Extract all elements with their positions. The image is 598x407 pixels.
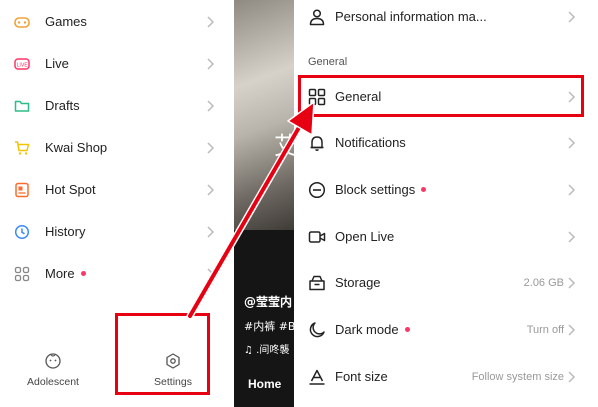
chevron-right-icon: [568, 371, 576, 383]
settings-item-label: Notifications: [335, 135, 406, 150]
settings-item-label: Dark mode: [335, 322, 410, 337]
shopping-cart-icon: [15, 141, 30, 155]
hot-spot-icon: [15, 182, 29, 198]
video-music[interactable]: ♫ .间咚襲: [244, 341, 289, 356]
settings-item-text: Dark mode: [335, 322, 399, 337]
video-overlay-text: 艾: [274, 132, 294, 160]
clock-icon: [14, 224, 30, 240]
chevron-right-icon: [568, 137, 576, 149]
menu-item-label: Games: [45, 14, 87, 29]
menu-item-history[interactable]: History: [0, 211, 234, 253]
chevron-right-icon: [568, 231, 576, 243]
menu-item-kwai-shop[interactable]: Kwai Shop: [0, 127, 234, 169]
gamepad-icon: [14, 17, 30, 28]
settings-item-block-settings[interactable]: Block settings: [294, 167, 598, 213]
video-camera-icon: [308, 231, 326, 243]
chevron-right-icon: [207, 16, 215, 28]
settings-item-label: Personal information ma...: [335, 9, 487, 24]
notification-dot: [421, 187, 427, 193]
person-icon: [309, 9, 325, 26]
chevron-right-icon: [568, 11, 576, 23]
chevron-right-icon: [568, 184, 576, 196]
settings-item-label: Font size: [335, 369, 388, 384]
settings-item-open-live[interactable]: Open Live: [294, 214, 598, 260]
chevron-right-icon: [207, 58, 215, 70]
font-size-value: Follow system size: [471, 371, 564, 383]
video-user-handle[interactable]: @莹莹内: [244, 293, 292, 310]
moon-icon: [309, 322, 325, 338]
settings-item-label: Open Live: [335, 229, 395, 244]
bell-icon: [310, 136, 324, 151]
settings-item-label: Storage: [335, 275, 381, 290]
menu-item-label: History: [45, 224, 86, 239]
dark-mode-value: Turn off: [526, 324, 564, 336]
adolescent-face-icon: [45, 353, 61, 369]
menu-item-text: More: [45, 266, 75, 281]
settings-item-storage[interactable]: Storage 2.06 GB: [294, 260, 598, 306]
menu-item-label: Hot Spot: [45, 182, 96, 197]
notification-dot: [80, 271, 86, 277]
adolescent-label: Adolescent: [27, 376, 79, 388]
menu-item-games[interactable]: Games: [0, 1, 234, 43]
settings-item-personal-info[interactable]: Personal information ma...: [294, 0, 598, 40]
chevron-right-icon: [207, 226, 215, 238]
settings-item-text: Block settings: [335, 182, 416, 197]
settings-item-notifications[interactable]: Notifications: [294, 120, 598, 166]
menu-item-label: Drafts: [45, 98, 80, 113]
storage-box-icon: [309, 275, 325, 291]
video-thumbnail: [234, 0, 294, 230]
grid-icon: [14, 266, 30, 282]
settings-item-label: Block settings: [335, 182, 427, 197]
block-icon: [308, 181, 326, 199]
menu-item-label: Live: [45, 56, 69, 71]
settings-item-font-size[interactable]: Font size Follow system size: [294, 354, 598, 400]
svg-text:LIVE: LIVE: [17, 63, 28, 69]
font-size-icon: [309, 369, 325, 385]
chevron-right-icon: [207, 100, 215, 112]
general-highlight-box: [298, 75, 584, 117]
adolescent-button[interactable]: Adolescent: [8, 350, 98, 395]
settings-panel: Personal information ma... General Gener…: [294, 0, 598, 407]
storage-value: 2.06 GB: [523, 277, 564, 289]
video-hashtags[interactable]: #内裤 #B: [244, 318, 294, 334]
menu-item-label: Kwai Shop: [45, 140, 108, 155]
chevron-right-icon: [207, 142, 215, 154]
settings-highlight-box: [115, 313, 210, 395]
menu-item-label: More: [45, 266, 86, 281]
settings-item-dark-mode[interactable]: Dark mode Turn off: [294, 307, 598, 353]
home-tab[interactable]: Home: [248, 377, 281, 391]
chevron-right-icon: [207, 268, 215, 280]
menu-item-hot-spot[interactable]: Hot Spot: [0, 169, 234, 211]
chevron-right-icon: [568, 324, 576, 336]
live-tv-icon: LIVE: [14, 58, 30, 70]
menu-item-live[interactable]: LIVE Live: [0, 43, 234, 85]
folder-icon: [14, 100, 30, 112]
chevron-right-icon: [568, 277, 576, 289]
menu-item-more[interactable]: More: [0, 253, 234, 295]
video-feed-preview[interactable]: 艾 @莹莹内 #内裤 #B ♫ .间咚襲 Home: [234, 0, 294, 407]
notification-dot: [404, 327, 410, 333]
section-header-general: General: [308, 56, 348, 68]
menu-item-drafts[interactable]: Drafts: [0, 85, 234, 127]
chevron-right-icon: [207, 184, 215, 196]
